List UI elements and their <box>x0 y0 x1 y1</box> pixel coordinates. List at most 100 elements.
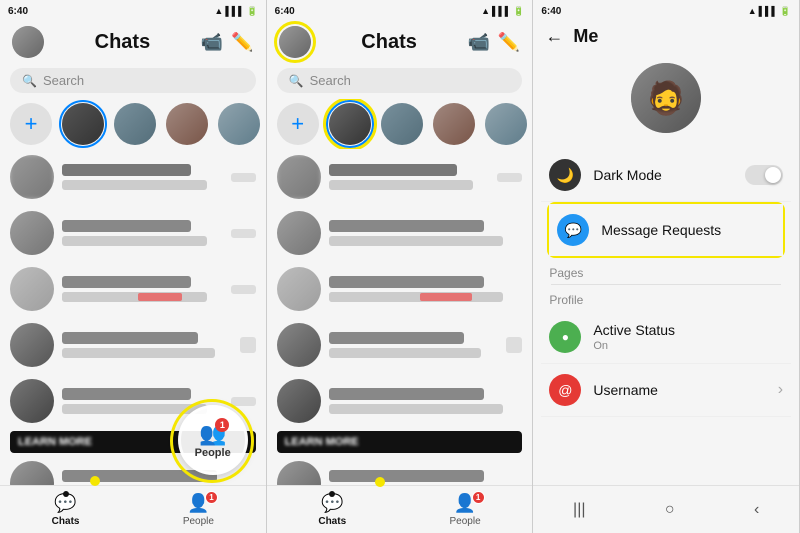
user-avatar-1[interactable] <box>12 26 44 58</box>
banner-2: LEARN MORE <box>277 431 523 453</box>
people-icon-wrapper: 👥 1 <box>199 421 226 447</box>
chat-msg-4 <box>62 348 215 358</box>
user-avatar-2[interactable] <box>279 26 311 58</box>
chat-right-2-4 <box>506 337 522 353</box>
chat-name-2-2 <box>329 220 484 232</box>
video-icon-1[interactable]: 📹 <box>201 32 223 53</box>
chat-avatar-2-6 <box>277 461 321 485</box>
chats-nav-label: Chats <box>52 516 80 527</box>
bottom-nav-2: 💬 Chats 👤 1 People <box>267 485 533 533</box>
chat-avatar-2-4 <box>277 323 321 367</box>
active-status-icon: ● <box>549 321 581 353</box>
active-status-info: Active Status On <box>593 322 783 352</box>
search-bar-1[interactable]: 🔍 Search <box>10 68 256 93</box>
me-title: Me <box>573 26 598 47</box>
chat-right-2-1 <box>497 173 522 182</box>
nav-chats-1[interactable]: 💬 Chats <box>52 493 80 527</box>
chat-info-2-1 <box>329 164 490 190</box>
me-avatar[interactable]: 🧔 <box>631 63 701 133</box>
username-label: Username <box>593 382 765 398</box>
video-icon-2[interactable]: 📹 <box>468 32 490 53</box>
username-item[interactable]: @ Username › <box>541 364 791 417</box>
back-button[interactable]: ← <box>545 26 563 47</box>
dark-mode-icon: 🌙 <box>549 159 581 191</box>
profile-section-label: Profile <box>541 285 791 311</box>
story-avatar-2-4 <box>485 103 527 145</box>
at-icon: @ <box>558 382 572 398</box>
add-story-btn-2[interactable]: + <box>277 103 319 145</box>
android-nav-home[interactable]: ○ <box>665 501 675 519</box>
chat-info-2-6 <box>329 470 523 485</box>
nav-active-dot-2 <box>329 491 335 497</box>
story-2-4[interactable] <box>485 103 527 145</box>
chat-info-4 <box>62 332 232 358</box>
story-1[interactable] <box>62 103 104 145</box>
chat-item-4[interactable] <box>0 317 266 373</box>
dark-mode-item[interactable]: 🌙 Dark Mode <box>541 149 791 202</box>
chat-msg-2-2 <box>329 236 503 246</box>
chat-msg-5 <box>62 404 207 414</box>
people-label: People <box>195 447 231 459</box>
signal-icon: ▌▌▌ <box>225 6 244 16</box>
chat-info-3 <box>62 276 223 302</box>
username-icon: @ <box>549 374 581 406</box>
nav-chats-2[interactable]: 💬 Chats <box>318 493 346 527</box>
battery-icon: 🔋 <box>246 6 257 17</box>
story-2-3[interactable] <box>433 103 475 145</box>
add-story-btn[interactable]: + <box>10 103 52 145</box>
chat-item-2-6[interactable] <box>267 455 533 485</box>
chat-right-2 <box>231 229 256 238</box>
message-requests-item[interactable]: 💬 Message Requests <box>549 204 783 256</box>
chat-msg-3 <box>62 292 207 302</box>
chat-name-2 <box>62 220 191 232</box>
app-header-2: Chats 📹 ✏️ <box>267 22 533 64</box>
settings-list: 🌙 Dark Mode 💬 Message Requests Pages Pro… <box>533 149 799 417</box>
chat-item-1[interactable] <box>0 149 266 205</box>
story-avatar-3 <box>166 103 208 145</box>
people-nav-label: People <box>183 516 214 527</box>
moon-icon: 🌙 <box>557 167 574 184</box>
story-2-2[interactable] <box>381 103 423 145</box>
chat-item-2-1[interactable] <box>267 149 533 205</box>
chat-item-2-2[interactable] <box>267 205 533 261</box>
chat-name-2-4 <box>329 332 465 344</box>
chat-name-2-1 <box>329 164 458 176</box>
active-status-item[interactable]: ● Active Status On <box>541 311 791 364</box>
story-avatar-2-3 <box>433 103 475 145</box>
active-status-label: Active Status <box>593 322 675 338</box>
add-story-item-2[interactable]: + <box>277 103 319 145</box>
compose-icon-1[interactable]: ✏️ <box>231 32 253 53</box>
chat-avatar-3 <box>10 267 54 311</box>
search-bar-2[interactable]: 🔍 Search <box>277 68 523 93</box>
chat-time-2-1 <box>497 173 522 182</box>
pages-section-label: Pages <box>541 258 791 284</box>
add-story-item[interactable]: + <box>10 103 52 145</box>
chat-item-2-3[interactable] <box>267 261 533 317</box>
story-4[interactable] <box>218 103 260 145</box>
chat-avatar-2-5 <box>277 379 321 423</box>
chat-time-3 <box>231 285 256 294</box>
chat-msg-2 <box>62 236 207 246</box>
search-icon-1: 🔍 <box>22 74 37 88</box>
nav-people-1[interactable]: 👤 1 People <box>183 493 214 527</box>
chat-item-2-4[interactable] <box>267 317 533 373</box>
chat-item-3[interactable] <box>0 261 266 317</box>
chat-item-2-5[interactable] <box>267 373 533 429</box>
chat-item-2[interactable] <box>0 205 266 261</box>
chat-info-2-3 <box>329 276 523 302</box>
app-title-1: Chats <box>95 31 151 54</box>
story-3[interactable] <box>166 103 208 145</box>
android-nav-back[interactable]: ‹ <box>754 501 759 519</box>
people-overlay[interactable]: 👥 1 People <box>178 405 248 475</box>
story-2-1[interactable] <box>329 103 371 145</box>
chat-name-2-5 <box>329 388 484 400</box>
compose-icon-2[interactable]: ✏️ <box>498 32 520 53</box>
android-nav-menu[interactable]: ||| <box>573 501 585 519</box>
dark-mode-toggle[interactable] <box>745 165 783 185</box>
circle-icon: ● <box>562 330 569 344</box>
story-2[interactable] <box>114 103 156 145</box>
status-icons-2: ▲ ▌▌▌ 🔋 <box>481 6 524 17</box>
search-label-2: Search <box>310 73 351 88</box>
chat-name-4 <box>62 332 198 344</box>
nav-people-2[interactable]: 👤 1 People <box>450 493 481 527</box>
